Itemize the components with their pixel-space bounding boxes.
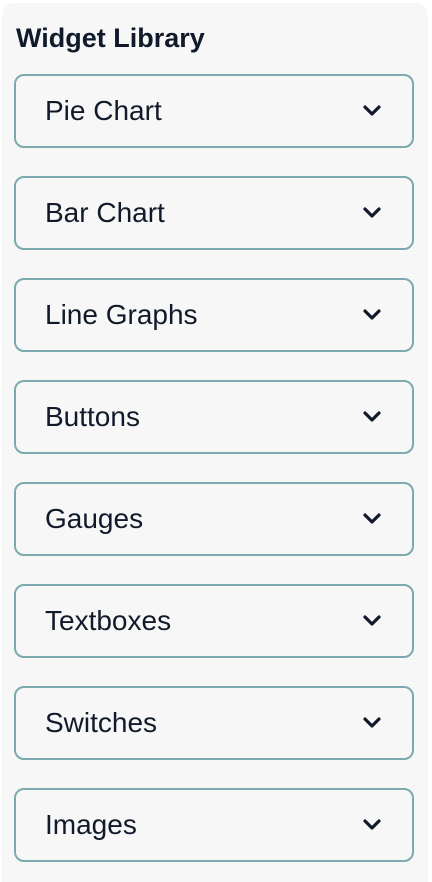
dropdown-textboxes[interactable]: Textboxes [14, 584, 414, 658]
widget-library-panel: Widget Library Pie Chart Bar Chart Line Gr… [2, 3, 428, 882]
chevron-down-icon[interactable] [360, 813, 384, 837]
chevron-down-icon[interactable] [360, 303, 384, 327]
dropdown-images[interactable]: Images [14, 788, 414, 862]
chevron-down-icon[interactable] [360, 99, 384, 123]
dropdown-label: Textboxes [45, 605, 172, 636]
chevron-down-icon[interactable] [360, 201, 384, 225]
chevron-down-icon[interactable] [360, 405, 384, 429]
dropdown-label: Switches [45, 707, 158, 738]
dropdown-gauges[interactable]: Gauges [14, 482, 414, 556]
chevron-down-icon[interactable] [360, 507, 384, 531]
dropdown-label: Bar Chart [45, 197, 165, 228]
dropdown-line-graphs[interactable]: Line Graphs [14, 278, 414, 352]
dropdown-label: Pie Chart [45, 95, 162, 126]
dropdown-label: Line Graphs [45, 299, 198, 330]
dropdown-switches[interactable]: Switches [14, 686, 414, 760]
panel-title: Widget Library [16, 23, 205, 53]
dropdown-buttons[interactable]: Buttons [14, 380, 414, 454]
chevron-down-icon[interactable] [360, 609, 384, 633]
dropdown-label: Gauges [45, 503, 144, 534]
dropdown-label: Images [45, 809, 137, 840]
dropdown-bar-chart[interactable]: Bar Chart [14, 176, 414, 250]
chevron-down-icon[interactable] [360, 711, 384, 735]
dropdown-label: Buttons [45, 401, 140, 432]
dropdown-pie-chart[interactable]: Pie Chart [14, 74, 414, 148]
